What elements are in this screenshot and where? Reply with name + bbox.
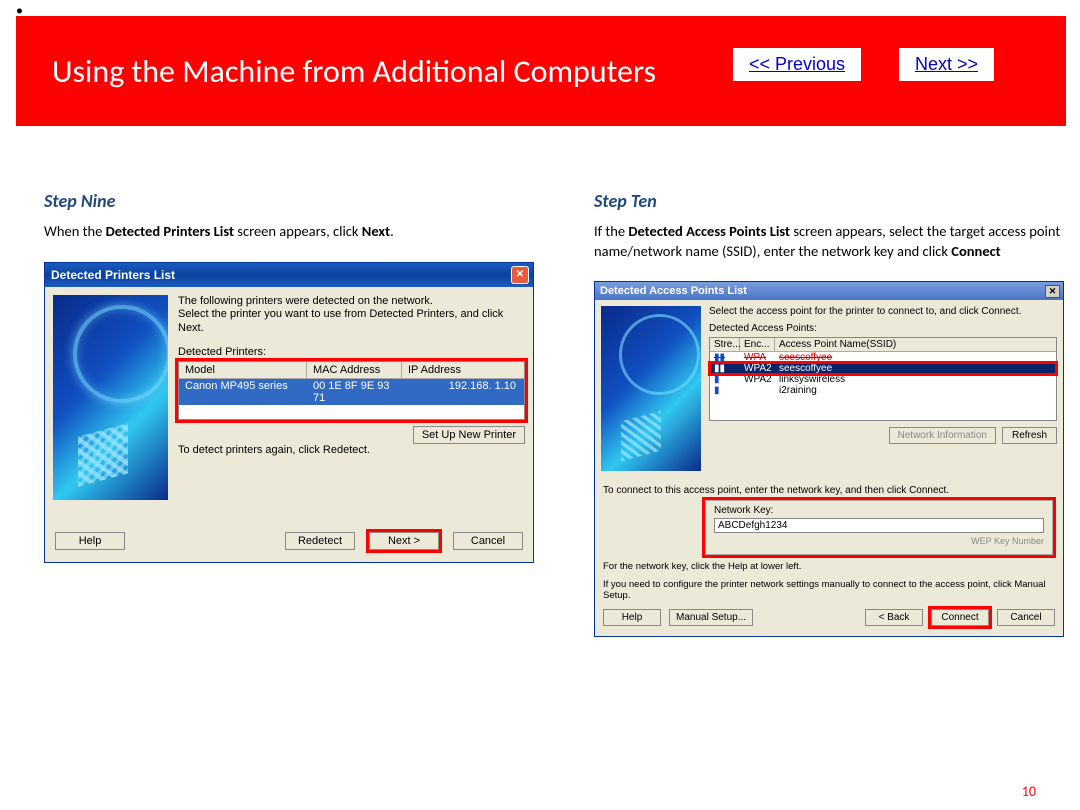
signal-icon: ▮ [710, 374, 740, 385]
help-button[interactable]: Help [603, 609, 661, 626]
text: . [390, 222, 394, 240]
table-row[interactable]: ▮▮WPA2seescoffyee [710, 363, 1056, 374]
col-strength: Stre... [710, 338, 740, 351]
detected-printers-dialog: Detected Printers List ✕ The following p… [44, 262, 534, 563]
text-bold: Connect [951, 242, 1000, 260]
dialog-instructions: The following printers were detected on … [178, 295, 525, 336]
close-icon[interactable]: ✕ [1045, 285, 1060, 298]
page-title: Using the Machine from Additional Comput… [52, 52, 656, 91]
col-ip: IP Address [402, 362, 524, 378]
detected-printers-table[interactable]: Model MAC Address IP Address Canon MP495… [178, 361, 525, 420]
access-points-table[interactable]: Stre... Enc... Access Point Name(SSID) ▮… [709, 337, 1057, 421]
back-button[interactable]: < Back [865, 609, 923, 626]
text-bold: Detected Printers List [106, 222, 234, 240]
wep-key-label: WEP Key Number [714, 536, 1044, 546]
wizard-sidebar-image [601, 306, 701, 471]
table-blank [710, 396, 1056, 420]
cell-encryption: WPA2 [740, 363, 775, 374]
cell-encryption: WPA2 [740, 374, 775, 385]
detected-access-points-dialog: Detected Access Points List ✕ Select the… [594, 281, 1064, 637]
signal-icon: ▮▮ [710, 363, 740, 374]
text: If the [594, 222, 628, 240]
cell-ssid: i2raining [775, 385, 1056, 396]
cancel-button[interactable]: Cancel [453, 532, 523, 550]
step-ten-desc: If the Detected Access Points List scree… [594, 222, 1064, 261]
cancel-button[interactable]: Cancel [997, 609, 1055, 626]
network-info-button[interactable]: Network Information [889, 427, 996, 444]
dialog-instructions: Select the access point for the printer … [709, 306, 1057, 317]
connect-instructions: To connect to this access point, enter t… [595, 485, 1063, 496]
cell-encryption: WPA [740, 352, 775, 363]
close-icon[interactable]: ✕ [511, 266, 529, 284]
page-number: 10 [1022, 783, 1036, 800]
manual-setup-button[interactable]: Manual Setup... [669, 609, 753, 626]
col-model: Model [179, 362, 307, 378]
content-area: Step Nine When the Detected Printers Lis… [44, 190, 1036, 770]
col-encryption: Enc... [740, 338, 775, 351]
cell-encryption [740, 385, 775, 396]
cell-ssid: seescoffyee [775, 352, 1056, 363]
text-bold: Detected Access Points List [628, 222, 790, 240]
wizard-sidebar-image [53, 295, 168, 500]
step-ten-column: Step Ten If the Detected Access Points L… [594, 190, 1064, 770]
setup-new-printer-button[interactable]: Set Up New Printer [413, 426, 525, 444]
step-nine-column: Step Nine When the Detected Printers Lis… [44, 190, 534, 770]
connect-button[interactable]: Connect [931, 609, 989, 626]
table-row[interactable]: ▮WPA2linksyswireless [710, 374, 1056, 385]
cell-ssid: seescoffyee [775, 363, 1056, 374]
dialog-titlebar: Detected Access Points List ✕ [595, 282, 1063, 300]
table-row[interactable]: Canon MP495 series 00 1E 8F 9E 93 71 192… [179, 379, 524, 405]
dialog-titlebar: Detected Printers List ✕ [45, 263, 533, 287]
dialog-title: Detected Printers List [51, 268, 175, 282]
cell-mac: 00 1E 8F 9E 93 71 [307, 379, 402, 405]
list-label: Detected Printers: [178, 346, 525, 358]
table-row[interactable]: ▮▮WPAseescoffyee [710, 352, 1056, 363]
redetect-note: To detect printers again, click Redetect… [178, 444, 525, 456]
help-button[interactable]: Help [55, 532, 125, 550]
col-ssid: Access Point Name(SSID) [775, 338, 1056, 351]
text: screen appears, click [234, 222, 362, 240]
step-nine-heading: Step Nine [44, 190, 534, 212]
text-bold: Next [362, 222, 390, 240]
network-key-label: Network Key: [714, 505, 1044, 516]
next-button[interactable]: Next > [369, 532, 439, 550]
redetect-button[interactable]: Redetect [285, 532, 355, 550]
table-row[interactable]: ▮ i2raining [710, 385, 1056, 396]
help-note-1: For the network key, click the Help at l… [595, 561, 1063, 572]
step-nine-desc: When the Detected Printers List screen a… [44, 222, 534, 242]
cell-ssid: linksyswireless [775, 374, 1056, 385]
text: When the [44, 222, 106, 240]
previous-link[interactable]: << Previous [733, 48, 861, 81]
header-banner: Using the Machine from Additional Comput… [16, 16, 1066, 126]
dialog-title: Detected Access Points List [600, 285, 747, 297]
step-ten-heading: Step Ten [594, 190, 1064, 212]
next-link[interactable]: Next >> [899, 48, 994, 81]
cell-ip: 192.168. 1.10 [402, 379, 524, 405]
help-note-2: If you need to configure the printer net… [595, 579, 1063, 602]
table-blank [179, 405, 524, 419]
list-label: Detected Access Points: [709, 323, 1057, 334]
signal-icon: ▮ [710, 385, 740, 396]
col-mac: MAC Address [307, 362, 402, 378]
network-key-input[interactable] [714, 518, 1044, 533]
network-key-group: Network Key: WEP Key Number [705, 500, 1053, 555]
signal-icon: ▮▮ [710, 352, 740, 363]
refresh-button[interactable]: Refresh [1002, 427, 1057, 444]
cell-model: Canon MP495 series [179, 379, 307, 405]
